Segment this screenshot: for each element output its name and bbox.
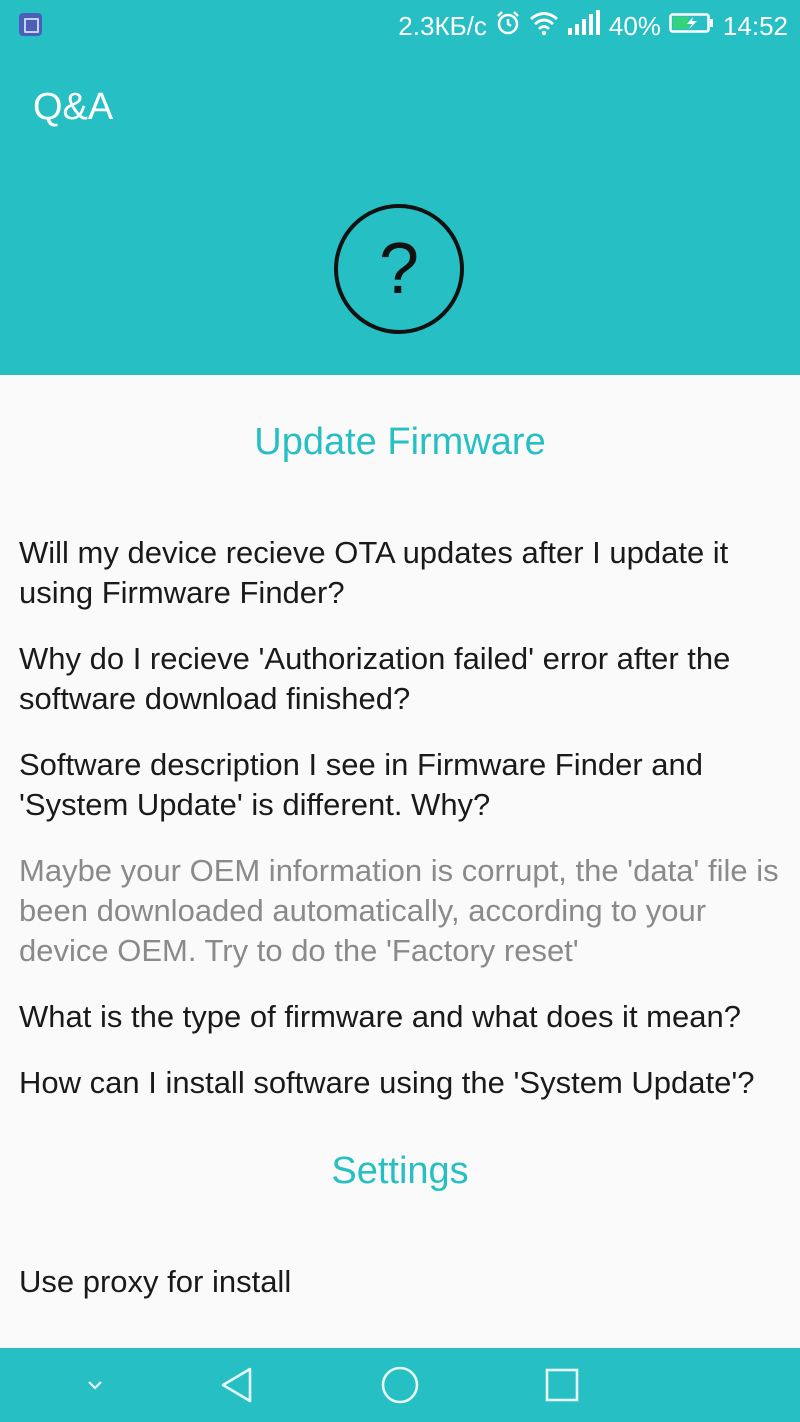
recents-icon[interactable] <box>530 1348 594 1422</box>
question-software-description[interactable]: Software description I see in Firmware F… <box>19 745 784 825</box>
wifi-icon <box>529 10 559 43</box>
battery-charging-icon <box>669 11 715 42</box>
setting-use-proxy[interactable]: Use proxy for install <box>19 1262 784 1302</box>
network-speed: 2.3КБ/с <box>398 11 487 41</box>
clock: 14:52 <box>722 11 788 41</box>
back-icon[interactable] <box>205 1348 269 1422</box>
navigation-bar <box>0 1348 800 1422</box>
question-authorization-failed[interactable]: Why do I recieve 'Authorization failed' … <box>19 639 784 719</box>
gallery-notification-icon <box>19 13 42 36</box>
alarm-icon <box>495 10 521 43</box>
answer-software-description: Maybe your OEM information is corrupt, t… <box>19 853 779 968</box>
question-install-system-update[interactable]: How can I install software using the 'Sy… <box>19 1063 784 1103</box>
status-indicators: 2.3КБ/с 40% 14:52 <box>398 8 788 44</box>
signal-icon <box>567 9 601 43</box>
question-firmware-type[interactable]: What is the type of firmware and what do… <box>19 997 784 1037</box>
question-circle-icon: ? <box>334 204 464 334</box>
page-title: Q&A <box>33 86 114 128</box>
chevron-down-icon[interactable] <box>70 1348 120 1422</box>
home-icon[interactable] <box>368 1348 432 1422</box>
status-bar: 2.3КБ/с 40% 14:52 <box>0 0 800 52</box>
question-mark-glyph: ? <box>378 229 420 309</box>
section-title-settings: Settings <box>331 1150 469 1192</box>
battery-percent: 40% <box>608 11 661 41</box>
question-ota-updates[interactable]: Will my device recieve OTA updates after… <box>19 533 784 613</box>
section-title-update-firmware: Update Firmware <box>254 421 546 463</box>
app-header: 2.3КБ/с 40% 14:52 Q&A ? <box>0 0 800 375</box>
